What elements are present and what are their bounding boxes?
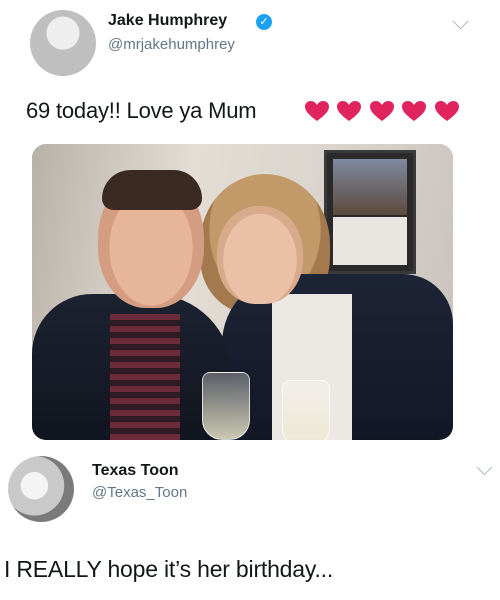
heart-emoji-group	[304, 100, 462, 124]
red-heart-emoji-icon	[304, 100, 330, 122]
red-heart-emoji-icon	[401, 100, 427, 122]
photo-wine-glass	[202, 372, 250, 440]
photo-wall-calendar	[324, 150, 416, 274]
red-heart-emoji-icon	[336, 100, 362, 122]
chevron-down-icon[interactable]	[452, 13, 469, 30]
photo-man-hair	[102, 170, 202, 210]
tweet-text: 69 today!! Love ya Mum	[26, 98, 257, 123]
photo-woman-face	[217, 206, 303, 304]
author-name[interactable]: Texas Toon	[92, 462, 179, 480]
photo-calendar-picture	[333, 159, 407, 215]
photo-wine-glass	[282, 380, 330, 440]
photo-calendar-page	[333, 217, 407, 265]
tweet-original: Jake Humphrey ✓ @mrjakehumphrey 69 today…	[0, 0, 500, 448]
author-handle[interactable]: @Texas_Toon	[92, 484, 187, 501]
verified-check-icon: ✓	[256, 14, 272, 30]
tweet-text: I REALLY hope it’s her birthday...	[4, 556, 334, 582]
author-name[interactable]: Jake Humphrey	[108, 12, 227, 30]
red-heart-emoji-icon	[434, 100, 460, 122]
photo-man-shirt	[110, 314, 180, 440]
avatar[interactable]	[8, 456, 74, 522]
avatar[interactable]	[30, 10, 96, 76]
author-handle[interactable]: @mrjakehumphrey	[108, 36, 235, 53]
red-heart-emoji-icon	[369, 100, 395, 122]
tweet-photo[interactable]	[32, 144, 453, 440]
